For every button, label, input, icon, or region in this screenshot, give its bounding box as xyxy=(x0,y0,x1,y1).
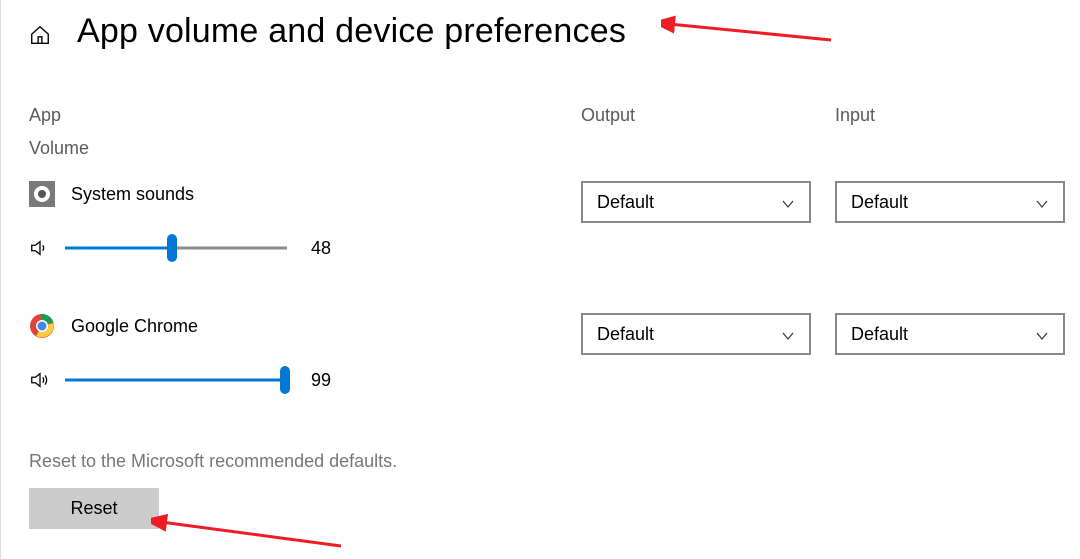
app-row: Google Chrome 99 xyxy=(29,313,1052,391)
speaker-tile-icon xyxy=(29,181,55,207)
app-row: System sounds 48 Default xyxy=(29,181,1052,259)
volume-label: Volume xyxy=(29,138,1052,159)
volume-slider[interactable] xyxy=(65,370,287,390)
column-header-output: Output xyxy=(581,105,835,126)
dropdown-value: Default xyxy=(851,192,908,213)
chrome-icon xyxy=(29,313,55,339)
output-select[interactable]: Default xyxy=(581,313,811,355)
column-header-input: Input xyxy=(835,105,1052,126)
input-select[interactable]: Default xyxy=(835,313,1065,355)
dropdown-value: Default xyxy=(597,324,654,345)
speaker-icon[interactable] xyxy=(29,237,51,259)
app-name: Google Chrome xyxy=(71,316,198,337)
chevron-down-icon xyxy=(1035,327,1049,341)
reset-description: Reset to the Microsoft recommended defau… xyxy=(29,451,397,472)
page-title: App volume and device preferences xyxy=(77,12,626,51)
speaker-icon[interactable] xyxy=(29,369,51,391)
output-select[interactable]: Default xyxy=(581,181,811,223)
home-icon[interactable] xyxy=(29,24,51,46)
app-name: System sounds xyxy=(71,184,194,205)
reset-button[interactable]: Reset xyxy=(29,488,159,529)
column-header-app: App xyxy=(29,105,581,126)
chevron-down-icon xyxy=(1035,195,1049,209)
dropdown-value: Default xyxy=(851,324,908,345)
volume-slider[interactable] xyxy=(65,238,287,258)
input-select[interactable]: Default xyxy=(835,181,1065,223)
chevron-down-icon xyxy=(781,327,795,341)
volume-value: 48 xyxy=(311,238,331,259)
chevron-down-icon xyxy=(781,195,795,209)
dropdown-value: Default xyxy=(597,192,654,213)
volume-value: 99 xyxy=(311,370,331,391)
